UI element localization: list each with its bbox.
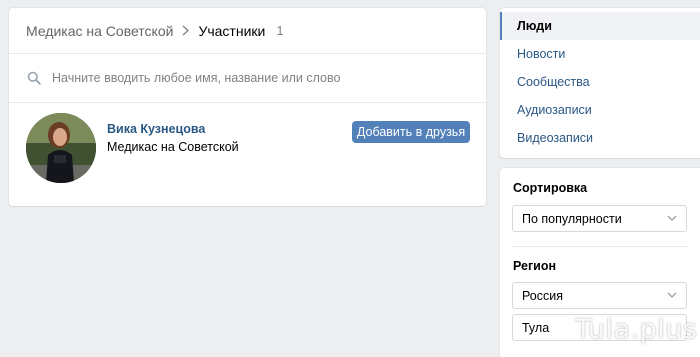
city-select-value: Тула — [522, 320, 550, 335]
search-input[interactable]: Начните вводить любое имя, название или … — [9, 54, 486, 103]
search-icon — [27, 71, 41, 85]
members-count: 1 — [276, 23, 284, 38]
member-subtitle: Медикас на Советской — [107, 140, 239, 154]
chevron-down-icon — [667, 214, 677, 222]
breadcrumb: Медикас на Советской Участники 1 — [9, 8, 486, 54]
nav-item-news[interactable]: Новости — [500, 40, 700, 68]
nav-item-video[interactable]: Видеозаписи — [500, 124, 700, 152]
search-placeholder: Начните вводить любое имя, название или … — [52, 71, 341, 85]
members-panel: Медикас на Советской Участники 1 Начните… — [9, 8, 486, 206]
country-select-value: Россия — [522, 288, 563, 303]
sort-title: Сортировка — [513, 181, 588, 195]
nav-item-people[interactable]: Люди — [500, 12, 700, 40]
member-name[interactable]: Вика Кузнецова — [107, 122, 205, 136]
sort-select-value: По популярности — [522, 211, 622, 226]
watermark-logo: Tula.plus — [575, 314, 698, 345]
page-title: Участники — [198, 22, 266, 39]
add-friend-button[interactable]: Добавить в друзья — [352, 121, 470, 143]
sort-select[interactable]: По популярности — [512, 205, 687, 232]
chevron-right-icon — [182, 25, 190, 36]
country-select[interactable]: Россия — [512, 282, 687, 309]
avatar[interactable] — [26, 113, 96, 183]
nav-item-audio[interactable]: Аудиозаписи — [500, 96, 700, 124]
chevron-down-icon — [667, 291, 677, 299]
list-item: Вика Кузнецова Медикас на Советской Доба… — [9, 103, 486, 203]
breadcrumb-group-link[interactable]: Медикас на Советской — [26, 23, 173, 39]
nav-item-communities[interactable]: Сообщества — [500, 68, 700, 96]
region-title: Регион — [513, 259, 557, 273]
divider — [512, 246, 687, 247]
search-sections-menu: Люди Новости Сообщества Аудиозаписи Виде… — [500, 8, 700, 158]
